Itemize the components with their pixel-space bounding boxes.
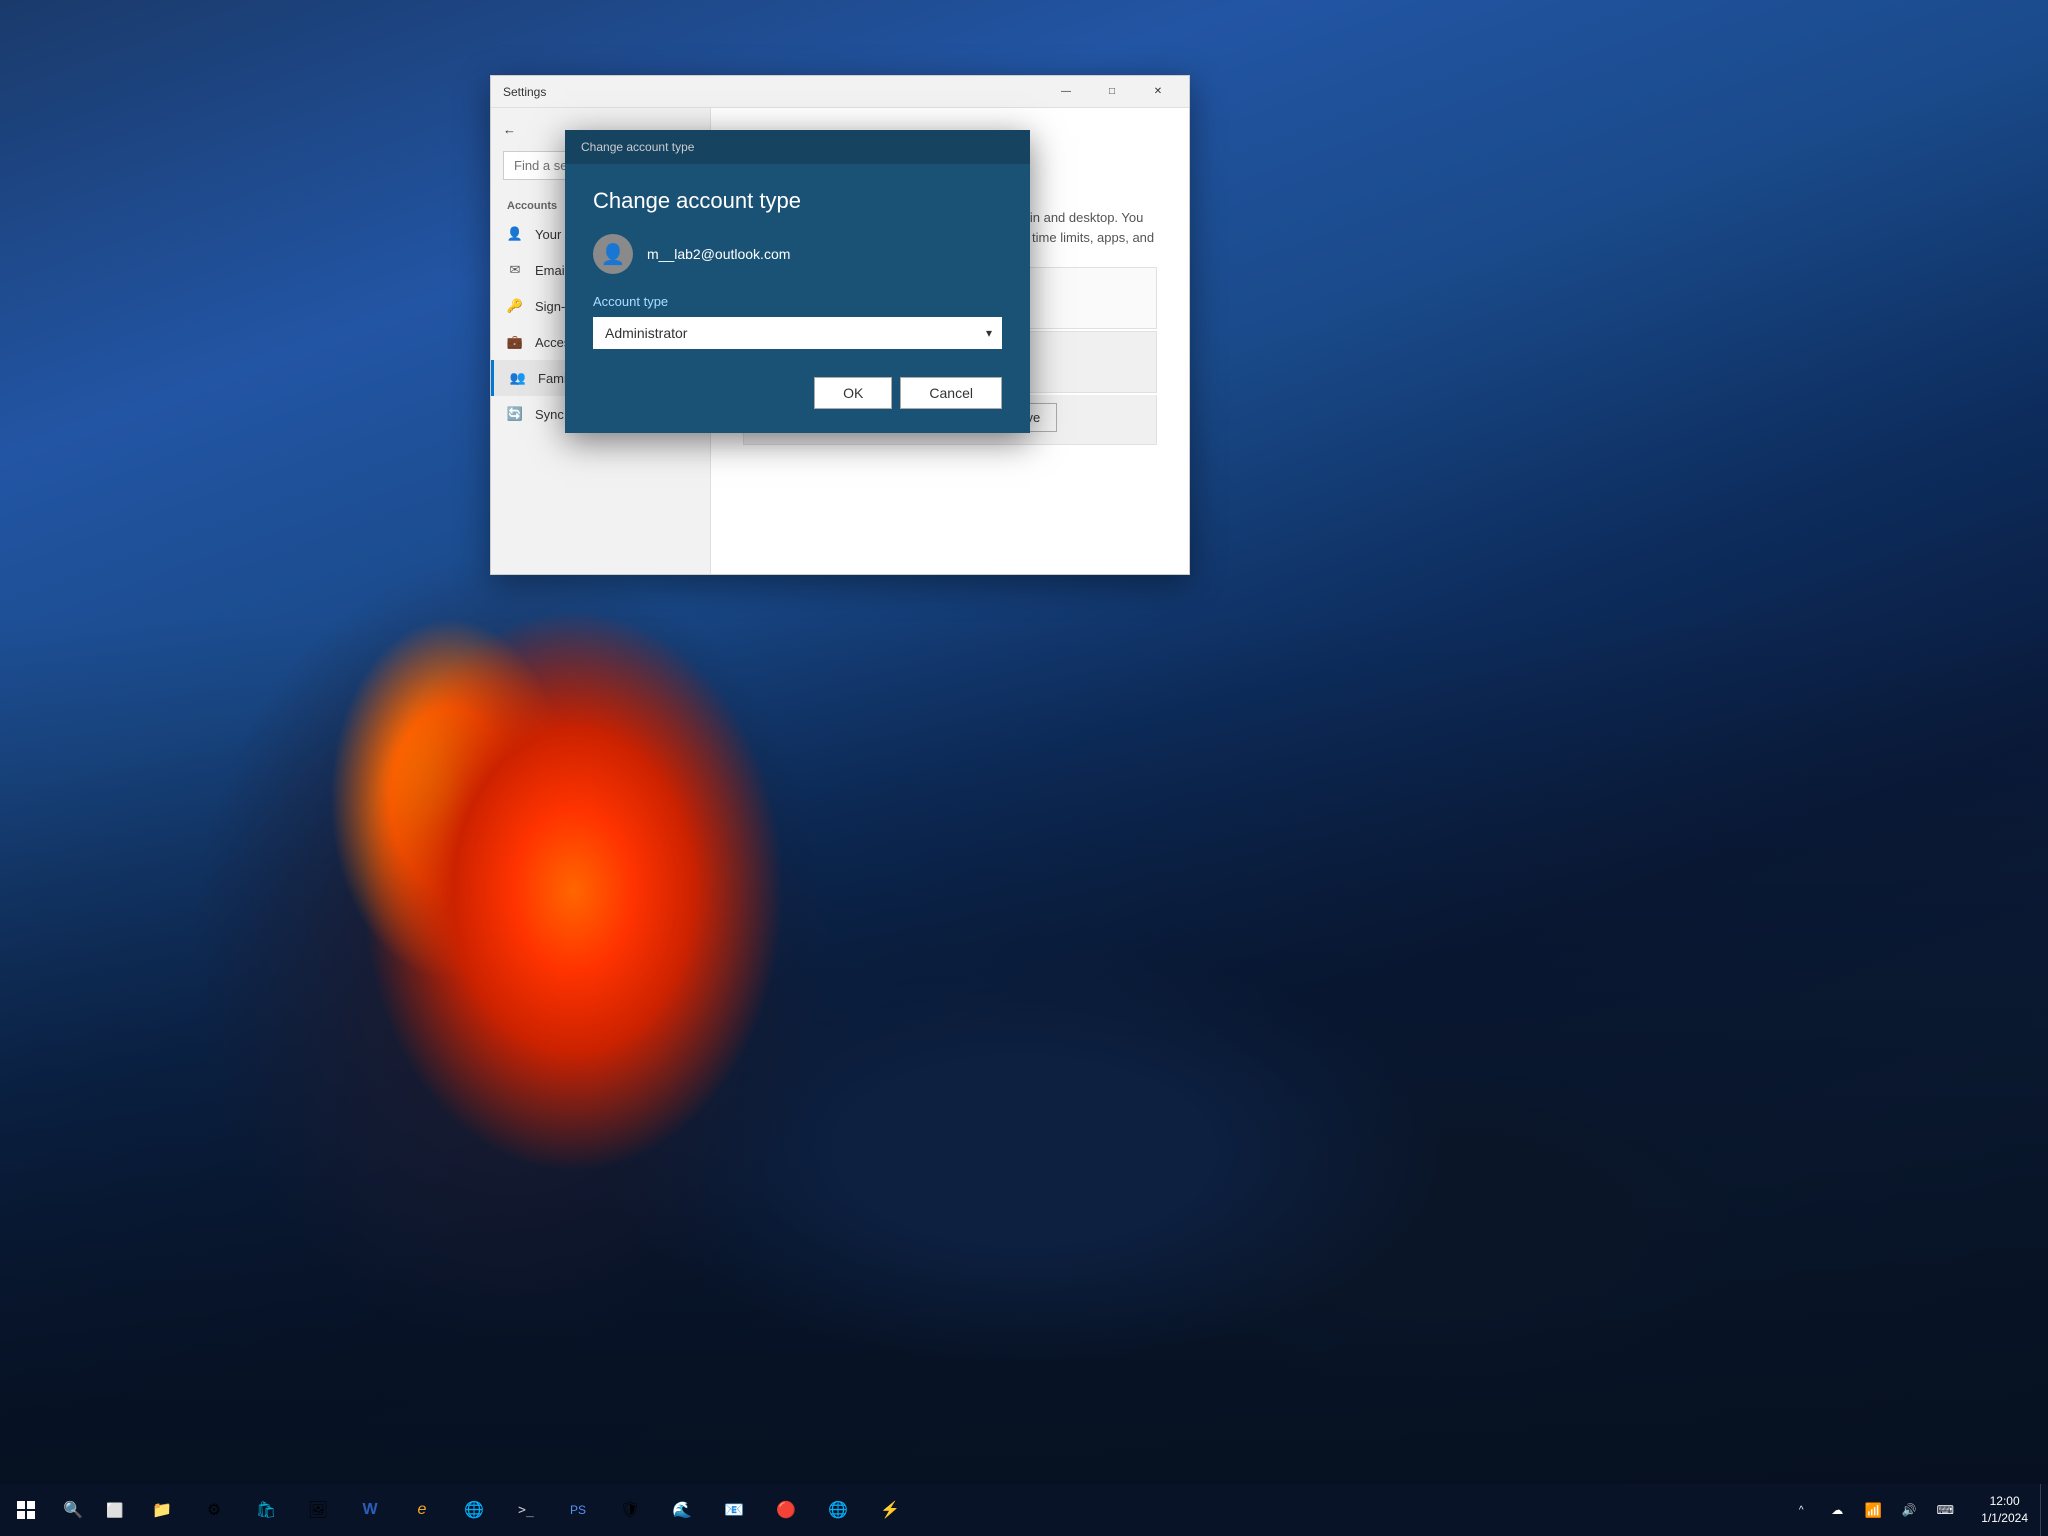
powershell-icon: PS <box>570 1503 586 1517</box>
settings-icon: ⚙ <box>207 1500 221 1520</box>
mail-icon: 📧 <box>724 1500 744 1520</box>
antivirus-icon: 🔴 <box>776 1500 796 1520</box>
ok-button[interactable]: OK <box>814 377 892 409</box>
taskbar-apps: 📁 ⚙ 🛍 🖼 W e 🌐 >_ PS <box>136 1484 1777 1536</box>
taskbar-app-store[interactable]: 🛍 <box>240 1484 292 1536</box>
file-explorer-icon: 📁 <box>152 1500 172 1520</box>
family-icon: 👥 <box>510 370 526 386</box>
taskbar-app-powershell[interactable]: PS <box>552 1484 604 1536</box>
systray-cloud[interactable]: ☁ <box>1821 1484 1853 1536</box>
taskbar-app-powershell2[interactable]: ⚡ <box>864 1484 916 1536</box>
network-icon: 📶 <box>1865 1502 1882 1519</box>
window-controls: — □ ✕ <box>1043 76 1181 108</box>
systray-chevron[interactable]: ^ <box>1785 1484 1817 1536</box>
task-view-button[interactable]: ⬜ <box>94 1484 136 1536</box>
dialog-user-avatar: 👤 <box>593 234 633 274</box>
onedrive-icon: ☁ <box>1831 1503 1843 1517</box>
taskbar-app-terminal[interactable]: >_ <box>500 1484 552 1536</box>
security-icon: 🛡 <box>620 1500 640 1520</box>
task-view-icon: ⬜ <box>106 1502 123 1519</box>
taskbar-search-button[interactable]: 🔍 <box>52 1484 94 1536</box>
taskbar-app-file-explorer[interactable]: 📁 <box>136 1484 188 1536</box>
maximize-button[interactable]: □ <box>1089 76 1135 108</box>
dialog-titlebar-text: Change account type <box>581 140 694 154</box>
system-tray: ^ ☁ 📶 🔊 ⌨ <box>1777 1484 1969 1536</box>
dialog-heading: Change account type <box>593 188 1002 214</box>
account-type-select[interactable]: Standard User Administrator <box>593 317 1002 349</box>
powershell2-icon: ⚡ <box>880 1500 900 1520</box>
dialog-avatar-icon: 👤 <box>601 242 626 267</box>
taskbar: 🔍 ⬜ 📁 ⚙ 🛍 🖼 W e <box>0 1484 2048 1536</box>
your-info-icon: 👤 <box>507 226 523 242</box>
clock-date: 1/1/2024 <box>1981 1510 2028 1527</box>
taskbar-app-word[interactable]: W <box>344 1484 396 1536</box>
store-icon: 🛍 <box>256 1500 276 1520</box>
chrome-icon: 🌐 <box>464 1500 484 1520</box>
account-type-select-wrapper: Standard User Administrator ▾ <box>593 317 1002 349</box>
taskbar-app-settings[interactable]: ⚙ <box>188 1484 240 1536</box>
keyboard-icon: ⌨ <box>1937 1503 1954 1517</box>
volume-icon: 🔊 <box>1902 1503 1917 1517</box>
signin-icon: 🔑 <box>507 298 523 314</box>
close-button[interactable]: ✕ <box>1135 76 1181 108</box>
clock-time: 12:00 <box>1990 1493 2020 1510</box>
sync-icon: 🔄 <box>507 406 523 422</box>
dialog-buttons: OK Cancel <box>593 377 1002 409</box>
taskbar-app-chrome[interactable]: 🌐 <box>448 1484 500 1536</box>
dialog-user-email: m__lab2@outlook.com <box>647 246 790 262</box>
taskbar-app-network-tool[interactable]: 🌐 <box>812 1484 864 1536</box>
account-type-label: Account type <box>593 294 1002 309</box>
dialog-user-row: 👤 m__lab2@outlook.com <box>593 234 1002 274</box>
taskbar-search-icon: 🔍 <box>63 1500 83 1520</box>
systray-volume[interactable]: 🔊 <box>1893 1484 1925 1536</box>
chevron-up-icon: ^ <box>1799 1505 1804 1516</box>
windows-logo-icon <box>17 1501 35 1519</box>
start-button[interactable] <box>0 1484 52 1536</box>
back-icon: ← <box>503 122 516 137</box>
cancel-button[interactable]: Cancel <box>900 377 1002 409</box>
minimize-button[interactable]: — <box>1043 76 1089 108</box>
taskbar-app-mail[interactable]: 📧 <box>708 1484 760 1536</box>
access-icon: 💼 <box>507 334 523 350</box>
taskbar-app-photos[interactable]: 🖼 <box>292 1484 344 1536</box>
edge-legacy-icon: e <box>418 1501 427 1519</box>
settings-title: Settings <box>503 85 546 99</box>
systray-network[interactable]: 📶 <box>1857 1484 1889 1536</box>
show-desktop-button[interactable] <box>2040 1484 2048 1536</box>
taskbar-app-edge-legacy[interactable]: e <box>396 1484 448 1536</box>
desktop: Settings — □ ✕ ← 🔍 Accounts 👤 <box>0 0 2048 1536</box>
terminal-icon: >_ <box>518 1503 534 1518</box>
email-icon: ✉ <box>507 262 523 278</box>
taskbar-app-security[interactable]: 🛡 <box>604 1484 656 1536</box>
edge-icon: 🌊 <box>672 1500 692 1520</box>
taskbar-clock[interactable]: 12:00 1/1/2024 <box>1969 1493 2040 1527</box>
taskbar-app-antivirus[interactable]: 🔴 <box>760 1484 812 1536</box>
dialog-body: Change account type 👤 m__lab2@outlook.co… <box>565 164 1030 433</box>
change-account-type-dialog: Change account type Change account type … <box>565 130 1030 433</box>
word-icon: W <box>362 1501 377 1519</box>
network-tool-icon: 🌐 <box>828 1500 848 1520</box>
systray-keyboard[interactable]: ⌨ <box>1929 1484 1961 1536</box>
taskbar-app-edge[interactable]: 🌊 <box>656 1484 708 1536</box>
photos-icon: 🖼 <box>308 1500 328 1520</box>
dialog-titlebar: Change account type <box>565 130 1030 164</box>
settings-titlebar: Settings — □ ✕ <box>491 76 1189 108</box>
